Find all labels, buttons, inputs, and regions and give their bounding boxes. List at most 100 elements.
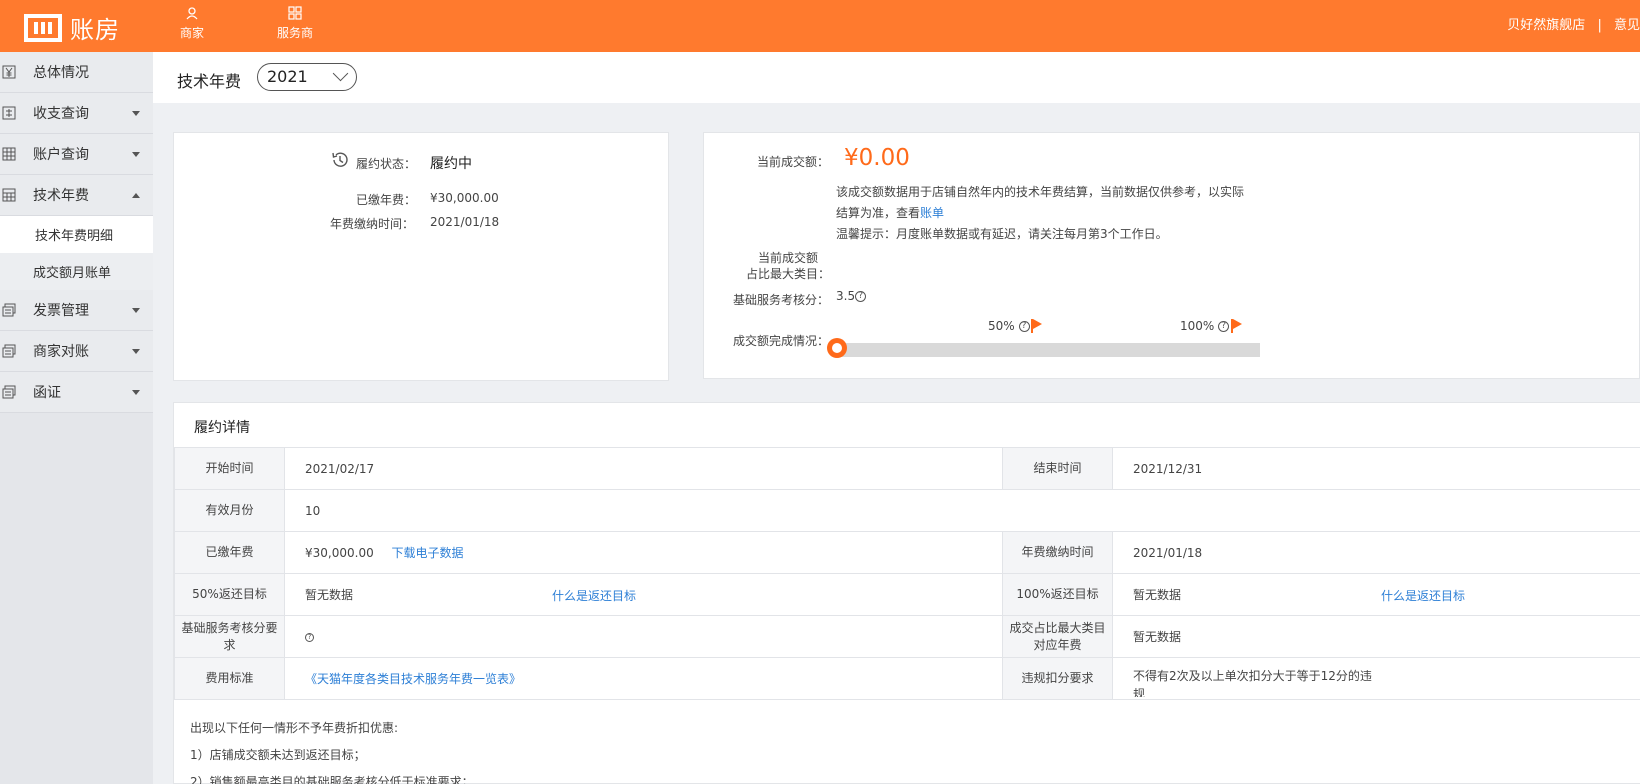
sidebar-item-label: 技术年费: [33, 188, 89, 204]
sales-card: 当前成交额： ¥0.00 该成交额数据用于店铺自然年内的技术年费结算，当前数据仅…: [703, 132, 1640, 379]
valid-months-value: 10: [284, 489, 1640, 532]
abacus-icon: [24, 13, 62, 42]
chevron-up-icon: [132, 193, 140, 198]
nav-merchant[interactable]: 商家: [180, 6, 204, 41]
nav-service-provider-label: 服务商: [277, 26, 314, 40]
invoice-icon: [2, 344, 16, 358]
detail-card: 履约详情 开始时间 2021/02/17 结束时间 2021/12/31 有效月…: [173, 402, 1640, 784]
page-header: 技术年费 2021: [153, 52, 1640, 103]
fee-standard-link[interactable]: 《天猫年度各类目技术服务年费一览表》: [305, 672, 521, 686]
score-value-wrap: 3.5?: [836, 289, 867, 303]
chevron-down-icon: [132, 308, 140, 313]
paid-fee-cell: ¥30,000.00 下载电子数据: [284, 531, 1003, 574]
violation-label: 违规扣分要求: [1002, 657, 1113, 700]
target-50-cell: 暂无数据 什么是返还目标: [284, 573, 1003, 616]
sidebar-item-confirmation[interactable]: 函证: [0, 372, 153, 413]
sidebar-item-income-expense[interactable]: 收支查询: [0, 93, 153, 134]
detail-title: 履约详情: [194, 420, 250, 436]
what-is-target-link[interactable]: 什么是返还目标: [552, 587, 636, 604]
paid-fee-label: 已缴年费：: [356, 193, 417, 207]
table-row: 基础服务考核分要求 ? 成交占比最大类目对应年费 暂无数据: [174, 615, 1640, 658]
sidebar-item-reconciliation[interactable]: 商家对账: [0, 331, 153, 372]
fee-standard-cell: 《天猫年度各类目技术服务年费一览表》: [284, 657, 1003, 700]
pay-time-label: 年费缴纳时间：: [330, 217, 415, 231]
header-right: 贝好然旗舰店 | 意见: [1507, 14, 1640, 33]
note-line: 1）店铺成交额未达到返还目标；: [190, 748, 366, 762]
fee-standard-label: 费用标准: [174, 657, 285, 700]
chevron-down-icon: [132, 390, 140, 395]
score-requirement-label: 基础服务考核分要求: [174, 615, 285, 658]
help-icon[interactable]: ?: [1018, 321, 1030, 332]
app-name: 账房: [70, 16, 120, 44]
start-time-value: 2021/02/17: [284, 447, 1003, 490]
paid-fee-value: ¥30,000.00: [305, 546, 374, 560]
target-50-value: 暂无数据: [305, 588, 354, 602]
sidebar-item-account[interactable]: 账户查询: [0, 134, 153, 175]
nav-service-provider[interactable]: 服务商: [277, 6, 313, 41]
invoice-icon: [2, 303, 16, 317]
score-label: 基础服务考核分：: [733, 293, 830, 307]
sales-progress-bar: [841, 343, 1260, 357]
sidebar-item-label: 总体情况: [33, 65, 89, 81]
help-icon[interactable]: ?: [305, 632, 314, 642]
mark-50-wrap: 50% ?: [988, 319, 1030, 333]
sidebar-item-label: 商家对账: [33, 344, 89, 360]
pay-time-value: 2021/01/18: [1112, 531, 1640, 574]
sidebar-item-label: 函证: [33, 385, 61, 401]
help-icon[interactable]: ?: [1218, 321, 1230, 332]
max-category-label-2: 占比最大类目：: [746, 267, 831, 281]
sales-description-2: 结算为准，查看账单: [836, 204, 944, 221]
invoice-icon: [2, 385, 16, 399]
sales-description: 该成交额数据用于店铺自然年内的技术年费结算，当前数据仅供参考，以实际: [836, 185, 1245, 199]
notes: 出现以下任何一情形不予年费折扣优惠: 1）店铺成交额未达到返还目标； 2）销售额…: [190, 715, 474, 784]
table-row: 50%返还目标 暂无数据 什么是返还目标 100%返还目标 暂无数据 什么是返还…: [174, 573, 1640, 616]
what-is-target-link[interactable]: 什么是返还目标: [1381, 587, 1465, 604]
feedback-link[interactable]: 意见: [1614, 18, 1640, 33]
sidebar-subitem-tech-fee-detail[interactable]: 技术年费明细: [0, 216, 153, 253]
flag-100-icon: [1231, 319, 1243, 333]
paid-fee-value: ¥30,000.00: [430, 191, 499, 205]
bill-link[interactable]: 账单: [920, 206, 944, 220]
sidebar-item-label: 发票管理: [33, 303, 89, 319]
pay-time-value: 2021/01/18: [430, 215, 500, 229]
target-100-cell: 暂无数据 什么是返还目标: [1112, 573, 1640, 616]
progress-label: 成交额完成情况：: [733, 334, 830, 348]
status-value: 履约中: [430, 156, 472, 172]
max-category-fee-value: 暂无数据: [1112, 615, 1640, 658]
valid-months-label: 有效月份: [174, 489, 285, 532]
progress-knob[interactable]: [827, 338, 847, 358]
max-category-label-1: 当前成交额: [758, 251, 819, 265]
sidebar-subitem-monthly-bill[interactable]: 成交额月账单: [0, 253, 153, 290]
status-label: 履约状态：: [356, 157, 417, 171]
paid-fee-label: 已缴年费: [174, 531, 285, 574]
status-card: 履约状态： 履约中 已缴年费： ¥30,000.00 年费缴纳时间： 2021/…: [173, 132, 669, 381]
table-row: 已缴年费 ¥30,000.00 下载电子数据 年费缴纳时间 2021/01/18: [174, 531, 1640, 574]
history-icon: [332, 152, 348, 167]
sidebar-item-label: 账户查询: [33, 147, 89, 163]
main-content: 技术年费 2021 履约状态： 履约中 已缴年费： ¥30,000.00 年费缴…: [153, 52, 1640, 784]
user-icon: [186, 7, 198, 20]
sidebar-item-overview[interactable]: 总体情况: [0, 52, 153, 93]
shop-name[interactable]: 贝好然旗舰店: [1507, 18, 1585, 33]
app-logo[interactable]: 账房: [24, 10, 120, 45]
year-select[interactable]: 2021: [257, 63, 357, 91]
violation-value: 不得有2次及以上单次扣分大于等于12分的违规: [1133, 668, 1372, 697]
download-data-link[interactable]: 下载电子数据: [392, 546, 464, 560]
start-time-label: 开始时间: [174, 447, 285, 490]
chevron-down-icon: [132, 349, 140, 354]
sidebar-item-invoice[interactable]: 发票管理: [0, 290, 153, 331]
end-time-value: 2021/12/31: [1112, 447, 1640, 490]
target-50-label: 50%返还目标: [174, 573, 285, 616]
sidebar: 总体情况 收支查询 账户查询 技术年费 技术年费明细 成交额月账单 发票管理 商…: [0, 52, 153, 784]
table-icon: [2, 147, 16, 161]
grid-icon: [288, 6, 302, 20]
sales-description-2-text: 结算为准，查看: [836, 206, 921, 220]
mark-100-label: 100%: [1180, 319, 1215, 333]
score-requirement-cell: ?: [284, 615, 1003, 658]
table-row: 有效月份 10: [174, 489, 1640, 532]
max-category-fee-label: 成交占比最大类目对应年费: [1002, 615, 1113, 658]
chevron-down-icon: [132, 111, 140, 116]
mark-100-wrap: 100% ?: [1180, 319, 1230, 333]
help-icon[interactable]: ?: [855, 291, 867, 302]
sidebar-item-tech-fee[interactable]: 技术年费: [0, 175, 153, 216]
